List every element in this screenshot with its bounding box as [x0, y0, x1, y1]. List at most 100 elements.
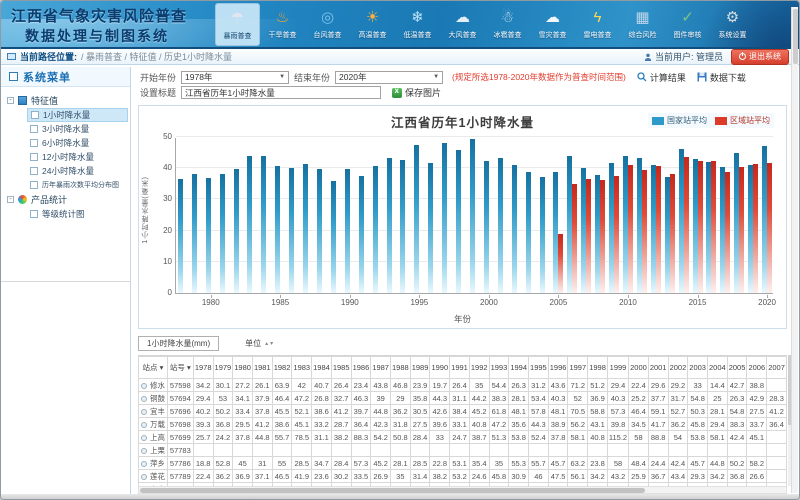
column-header-station[interactable]: 站点 ▾ [139, 357, 168, 379]
value-cell: 33.7 [747, 418, 767, 431]
sidebar-item-12小时降水量[interactable]: 12小时降水量 [27, 150, 128, 164]
toolbar-item-label: 雷电普查 [584, 30, 612, 40]
logout-button[interactable]: 退出系统 [731, 49, 789, 65]
table-row[interactable]: 上栗57783 [139, 444, 787, 457]
column-header-year[interactable]: 1998 [588, 357, 608, 379]
sidebar-item-1小时降水量[interactable]: 1小时降水量 [27, 108, 128, 122]
column-header-year[interactable]: 1986 [351, 357, 371, 379]
value-type-filter[interactable]: 1小时降水量(mm) [138, 336, 219, 351]
table-row[interactable]: 万载5769839.336.829.541.238.645.133.228.73… [139, 418, 787, 431]
page-vscroll-thumb[interactable] [793, 9, 798, 64]
column-header-year[interactable]: 2001 [648, 357, 668, 379]
column-header-year[interactable]: 1981 [252, 357, 272, 379]
column-header-year[interactable]: 1988 [390, 357, 410, 379]
checkbox-icon[interactable] [30, 153, 38, 161]
value-cell: 38.3 [727, 418, 747, 431]
column-header-year[interactable]: 2004 [707, 357, 727, 379]
toolbar-item-hail-survey[interactable]: ☃冰雹普查 [485, 3, 530, 46]
calculate-button[interactable]: 计算结果 [637, 71, 686, 84]
end-year-label: 结束年份 [294, 71, 330, 84]
value-cell: 53.8 [688, 431, 708, 444]
table-row[interactable]: 上高5769925.724.237.844.855.778.531.138.28… [139, 431, 787, 444]
end-year-select[interactable]: 2020年▼ [335, 71, 443, 84]
checkbox-icon[interactable] [30, 125, 38, 133]
column-header-year[interactable]: 1982 [272, 357, 292, 379]
legend-label: 国家站平均 [667, 115, 707, 126]
table-row[interactable]: 铜鼓5769429.45334.137.946.447.226.832.746.… [139, 392, 787, 405]
value-cell: 38.8 [747, 379, 767, 392]
sidebar-item-历年暴雨次数平均分布图[interactable]: 历年暴雨次数平均分布图 [27, 178, 128, 192]
toolbar-item-lightning-survey[interactable]: ϟ雷电普查 [575, 3, 620, 46]
column-header-year[interactable]: 1979 [213, 357, 233, 379]
download-button[interactable]: 数据下载 [697, 71, 746, 84]
toolbar-item-snow-survey[interactable]: ☁雪灾普查 [530, 3, 575, 46]
column-header-year[interactable]: 2005 [727, 357, 747, 379]
column-header-year[interactable]: 1994 [509, 357, 529, 379]
value-cell: 25 [707, 392, 727, 405]
sidebar-item-3小时降水量[interactable]: 3小时降水量 [27, 122, 128, 136]
checkbox-icon[interactable] [30, 210, 38, 218]
table-row[interactable]: 宜丰5769640.250.233.437.845.552.138.641.23… [139, 405, 787, 418]
expander-icon[interactable]: - [7, 97, 14, 104]
column-header-year[interactable]: 1987 [371, 357, 391, 379]
toolbar-item-rainstorm-survey[interactable]: ☂暴雨普查 [215, 3, 260, 46]
checkbox-icon[interactable] [30, 167, 38, 175]
column-header-year[interactable]: 1997 [568, 357, 588, 379]
column-header-year[interactable]: 1995 [529, 357, 549, 379]
sidebar-group-feature-values[interactable]: -特征值 [7, 93, 128, 108]
toolbar-item-typhoon-survey[interactable]: ◎台风普查 [305, 3, 350, 46]
column-header-year[interactable]: 1993 [489, 357, 509, 379]
sidebar-item-24小时降水量[interactable]: 24小时降水量 [27, 164, 128, 178]
toolbar-item-comprehensive-risk[interactable]: ▦综合风险 [620, 3, 665, 46]
table-row[interactable]: 莲花5778922.436.236.937.146.541.923.630.23… [139, 470, 787, 483]
sidebar-item-等级统计图[interactable]: 等级统计图 [27, 207, 128, 221]
column-header-year[interactable]: 1991 [450, 357, 470, 379]
toolbar-item-system-settings[interactable]: ⚙系统设置 [710, 3, 755, 46]
value-cell: 28.4 [410, 431, 430, 444]
column-header-year[interactable]: 1983 [292, 357, 312, 379]
column-header-year[interactable]: 1990 [430, 357, 450, 379]
sidebar-item-6小时降水量[interactable]: 6小时降水量 [27, 136, 128, 150]
value-cell: 33 [430, 431, 450, 444]
column-header-year[interactable]: 2006 [747, 357, 767, 379]
column-header-year[interactable]: 1999 [607, 357, 628, 379]
toolbar-item-drought-survey[interactable]: ♨干旱普查 [260, 3, 305, 46]
bar-national-2003 [526, 172, 531, 293]
checkbox-icon[interactable] [31, 111, 39, 119]
toolbar-item-low-temp-survey[interactable]: ❄低温普查 [395, 3, 440, 46]
column-header-year[interactable]: 2003 [688, 357, 708, 379]
bar-national-2004 [540, 177, 545, 293]
table-hscroll-thumb[interactable] [140, 488, 645, 493]
chart-title-input[interactable] [181, 86, 381, 99]
value-cell: 38.6 [312, 405, 332, 418]
column-header-year[interactable]: 1989 [410, 357, 430, 379]
toolbar-item-high-temp-survey[interactable]: ☀高温普查 [350, 3, 395, 46]
column-header-year[interactable]: 1980 [233, 357, 253, 379]
image-icon [392, 88, 402, 98]
column-header-year[interactable]: 1984 [312, 357, 332, 379]
station-id-cell: 57789 [167, 470, 193, 483]
table-row[interactable]: 修水5759834.230.127.226.163.94240.726.423.… [139, 379, 787, 392]
table-horizontal-scrollbar[interactable] [138, 486, 787, 494]
value-cell: 59.1 [648, 405, 668, 418]
column-header-year[interactable]: 1996 [548, 357, 568, 379]
page-vertical-scrollbar[interactable] [791, 7, 798, 493]
unit-filter[interactable]: 单位 ▴▾ [245, 338, 275, 349]
start-year-select[interactable]: 1978年▼ [181, 71, 289, 84]
column-header-year[interactable]: 1978 [193, 357, 213, 379]
save-image-button[interactable]: 保存图片 [392, 86, 441, 99]
sidebar-group-product-statistics[interactable]: -产品统计 [7, 192, 128, 207]
checkbox-icon[interactable] [30, 181, 38, 189]
checkbox-icon[interactable] [30, 139, 38, 147]
table-row[interactable]: 萍乡5778618.852.845315528.534.728.457.345.… [139, 457, 787, 470]
column-header-year[interactable]: 1985 [331, 357, 351, 379]
column-header-year[interactable]: 2000 [629, 357, 649, 379]
column-header-year[interactable]: 2007 [767, 357, 787, 379]
column-header-year[interactable]: 1992 [469, 357, 489, 379]
column-header-year[interactable]: 2002 [668, 357, 688, 379]
value-cell: 29 [390, 392, 410, 405]
expander-icon[interactable]: - [7, 196, 14, 203]
toolbar-item-wind-survey[interactable]: ☁大风普查 [440, 3, 485, 46]
column-header-station-id[interactable]: 站号 ▾ [167, 357, 193, 379]
toolbar-item-map-review[interactable]: ✓图件审核 [665, 3, 710, 46]
